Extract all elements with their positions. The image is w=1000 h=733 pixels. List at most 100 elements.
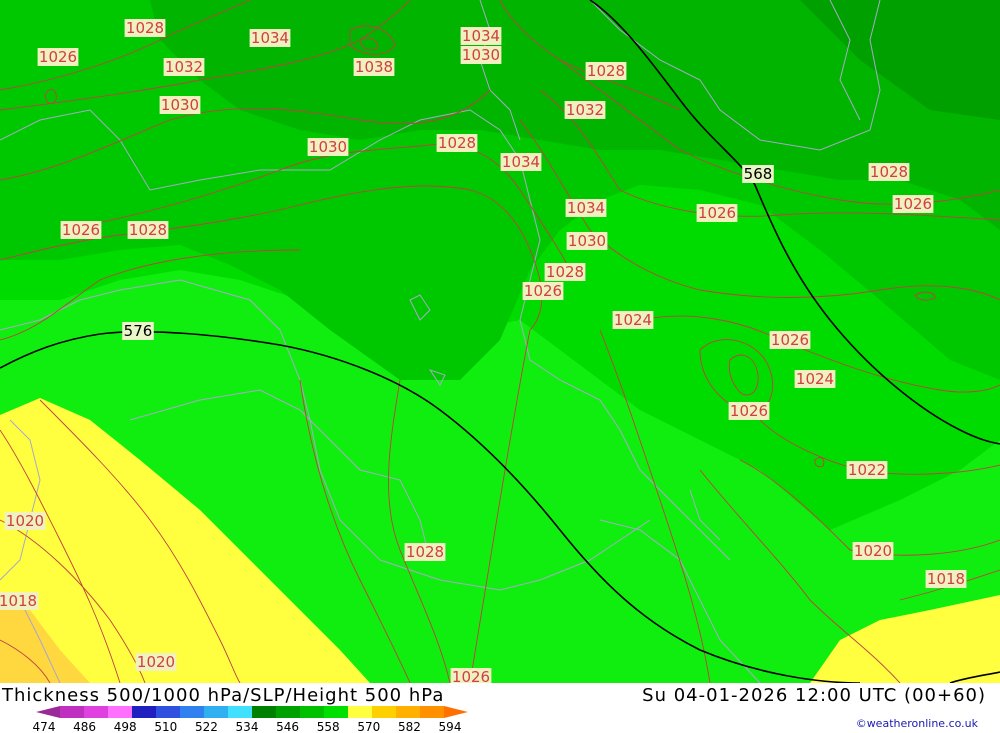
- isobar-label-text: 1026: [452, 668, 490, 683]
- isobar-label: 1028: [127, 221, 169, 239]
- map-title: Thickness 500/1000 hPa/SLP/Height 500 hP…: [2, 685, 445, 706]
- legend-tick-label: 474: [33, 720, 56, 732]
- legend-tick-label: 498: [114, 720, 137, 732]
- legend-swatch: [444, 706, 468, 718]
- isobar-label: 1028: [404, 543, 446, 561]
- legend-swatch: [276, 706, 301, 718]
- legend-tick-label: 534: [236, 720, 259, 732]
- thickness-label-text: 576: [124, 322, 153, 340]
- isobar-label-text: 1026: [698, 204, 736, 222]
- legend-swatch: [156, 706, 181, 718]
- isobar-label: 1026: [769, 331, 811, 349]
- map-canvas: 102810341032 103810341030102810261030 1032…: [0, 0, 1000, 683]
- legend-tick-label: 570: [357, 720, 380, 732]
- isobar-label-text: 1028: [546, 263, 584, 281]
- isobar-label-text: 1028: [438, 134, 476, 152]
- legend-swatch: [252, 706, 277, 718]
- isobar-label: 1034: [460, 27, 502, 45]
- isobar-label: 1026: [728, 402, 770, 420]
- valid-datetime: Su 04-01-2026 12:00 UTC (00+60): [642, 685, 986, 706]
- isobar-label-text: 1026: [39, 48, 77, 66]
- isobar-label-text: 1022: [848, 461, 886, 479]
- isobar-label: 1024: [612, 311, 654, 329]
- isobar-label-text: 1038: [355, 58, 393, 76]
- isobar-label-text: 1030: [462, 46, 500, 64]
- legend-swatch: [396, 706, 421, 718]
- legend-swatches: [36, 706, 468, 718]
- isobar-label: 1034: [500, 153, 542, 171]
- isobar-label-text: 1028: [129, 221, 167, 239]
- isobar-label-text: 1020: [854, 542, 892, 560]
- isobar-label: 1024: [794, 370, 836, 388]
- isobar-label: 1038: [353, 58, 395, 76]
- isobar-label-text: 1024: [614, 311, 652, 329]
- legend-ticks: 474 486 498 510 522 534 546 558 570 582 594 606: [33, 720, 480, 732]
- isobar-label: 1020: [135, 653, 177, 671]
- thickness-label-text: 568: [744, 165, 773, 183]
- isobar-label: 1026: [450, 668, 492, 683]
- isobar-label-text: 1026: [524, 282, 562, 300]
- isobar-label-text: 1018: [927, 570, 965, 588]
- isobar-label: 1032: [163, 58, 205, 76]
- isobar-label: 1020: [4, 512, 46, 530]
- isobar-label-text: 1034: [502, 153, 540, 171]
- isobar-label: 1026: [60, 221, 102, 239]
- isobar-label-text: 1020: [6, 512, 44, 530]
- isobar-label-text: 1026: [771, 331, 809, 349]
- isobar-label: 1034: [565, 199, 607, 217]
- isobar-label-text: 1034: [567, 199, 605, 217]
- isobar-label: 1030: [460, 46, 502, 64]
- legend-swatch: [180, 706, 205, 718]
- isobar-label: 1030: [159, 96, 201, 114]
- weather-map: 1028 1034 1032 1038 1034 1030 1028 1026 1030 1032…: [0, 0, 1000, 683]
- legend-swatch: [372, 706, 397, 718]
- legend-swatch: [60, 706, 85, 718]
- legend-swatch: [324, 706, 349, 718]
- legend-swatch: [204, 706, 229, 718]
- isobar-label: 1018: [0, 592, 39, 610]
- color-legend: 474 486 498 510 522 534 546 558 570 582 594 606: [33, 706, 480, 732]
- isobar-label-text: 1020: [137, 653, 175, 671]
- isobar-label: 1030: [566, 232, 608, 250]
- isobar-label: 1028: [585, 62, 627, 80]
- isobar-label-text: 1028: [126, 19, 164, 37]
- legend-swatch: [132, 706, 157, 718]
- footer: Thickness 500/1000 hPa/SLP/Height 500 hP…: [0, 683, 1000, 733]
- legend-tick-label: 486: [73, 720, 96, 732]
- isobar-label: 1026: [892, 195, 934, 213]
- thickness-label: 568: [742, 165, 774, 183]
- isobar-label-text: 1032: [165, 58, 203, 76]
- legend-swatch: [36, 706, 60, 718]
- isobar-label-text: 1030: [309, 138, 347, 156]
- isobar-label-text: 1030: [568, 232, 606, 250]
- isobar-label-text: 1028: [870, 163, 908, 181]
- isobar-label: 1026: [696, 204, 738, 222]
- legend-tick-label: 582: [398, 720, 421, 732]
- thickness-label: 576: [122, 322, 154, 340]
- legend-tick-label: 594: [439, 720, 462, 732]
- legend-swatch: [84, 706, 109, 718]
- isobar-label: 1026: [37, 48, 79, 66]
- credit-link[interactable]: ©weatheronline.co.uk: [856, 717, 978, 730]
- legend-tick-label: 510: [154, 720, 177, 732]
- legend-swatch: [420, 706, 445, 718]
- legend-tick-label: 606: [479, 720, 480, 732]
- isobar-label: 1028: [124, 19, 166, 37]
- isobar-label-text: 1034: [251, 29, 289, 47]
- isobar-label-text: 1028: [587, 62, 625, 80]
- isobar-label: 1032: [564, 101, 606, 119]
- isobar-label-text: 1032: [566, 101, 604, 119]
- isobar-label: 1028: [544, 263, 586, 281]
- legend-tick-label: 558: [317, 720, 340, 732]
- isobar-label: 1030: [307, 138, 349, 156]
- isobar-label: 1026: [522, 282, 564, 300]
- legend-tick-label: 546: [276, 720, 299, 732]
- isobar-label-text: 1024: [796, 370, 834, 388]
- isobar-label-text: 1018: [0, 592, 37, 610]
- isobar-label-text: 1026: [730, 402, 768, 420]
- isobar-label-text: 1026: [894, 195, 932, 213]
- legend-swatch: [228, 706, 253, 718]
- isobar-label: 1028: [868, 163, 910, 181]
- legend-swatch: [300, 706, 325, 718]
- isobar-label: 1022: [846, 461, 888, 479]
